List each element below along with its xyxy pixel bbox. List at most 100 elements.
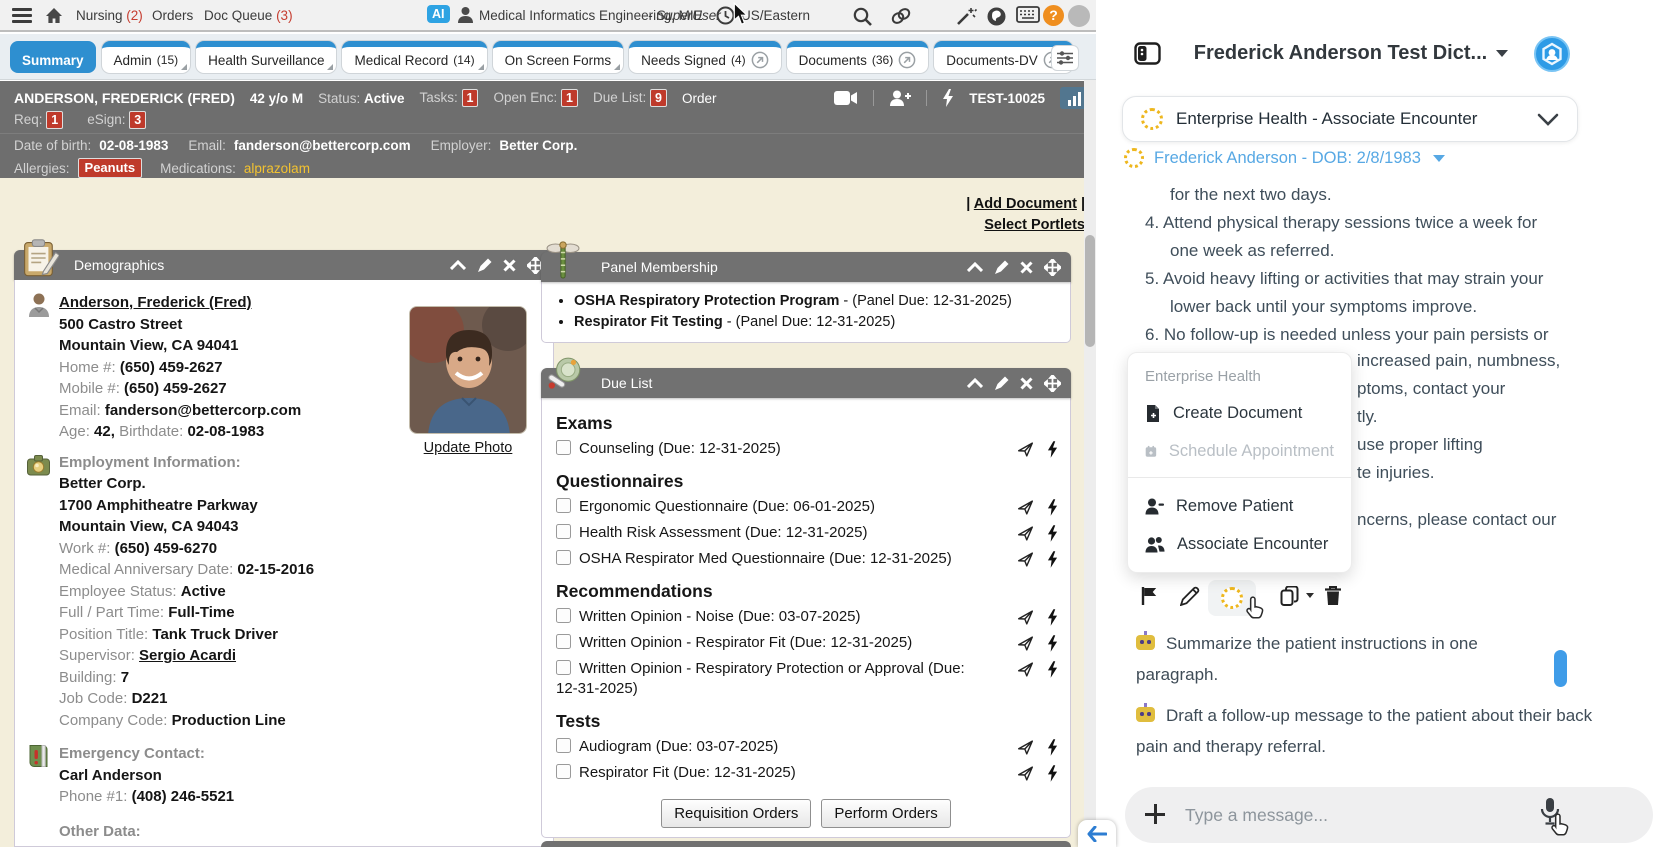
suggestion-chip[interactable]: Summarize the patient instructions in on… [1136, 628, 1508, 690]
due-item-checkbox[interactable] [556, 764, 571, 779]
select-portlets-link[interactable]: Select Portlets [966, 215, 1085, 236]
suggestion-chip[interactable]: Draft a follow-up message to the patient… [1136, 700, 1598, 762]
send-icon[interactable] [1017, 635, 1034, 652]
bolt-icon[interactable] [1047, 499, 1058, 516]
bolt-icon[interactable] [1047, 525, 1058, 542]
tab-on-screen-forms[interactable]: On Screen Forms [492, 41, 624, 73]
due-item-checkbox[interactable] [556, 498, 571, 513]
emr-scrollbar-track[interactable] [1084, 80, 1096, 847]
nav-item-orders[interactable]: Orders [152, 8, 193, 23]
copy-icon[interactable] [1280, 586, 1299, 607]
copy-dropdown-caret[interactable] [1306, 593, 1314, 598]
patient-context-link[interactable]: Frederick Anderson - DOB: 2/8/1983 [1124, 148, 1445, 168]
trash-icon[interactable] [1324, 585, 1342, 606]
tab-admin[interactable]: Admin (15) [101, 41, 191, 73]
assistant-logo[interactable] [1534, 36, 1570, 72]
external-link-icon[interactable] [751, 51, 769, 69]
send-icon[interactable] [1017, 499, 1034, 516]
video-camera-icon[interactable] [834, 90, 858, 106]
link-icon[interactable] [890, 6, 912, 26]
home-icon[interactable] [44, 6, 64, 25]
enterprise-health-action-button[interactable] [1208, 580, 1256, 616]
ai-badge[interactable]: AI [427, 5, 450, 23]
due-item-checkbox[interactable] [556, 634, 571, 649]
assistant-doc-title[interactable]: Frederick Anderson Test Dict... [1181, 42, 1521, 65]
demographics-portlet-header[interactable]: Demographics [14, 239, 554, 280]
close-icon[interactable] [1020, 376, 1033, 390]
send-icon[interactable] [1017, 525, 1034, 542]
tab-needs-signed[interactable]: Needs Signed (4) [629, 41, 781, 73]
menu-item-create-document[interactable]: Create Document [1145, 404, 1334, 423]
due-item-checkbox[interactable] [556, 738, 571, 753]
send-icon[interactable] [1017, 551, 1034, 568]
due-list-header[interactable]: Due List [541, 357, 1071, 398]
nav-item-doc-queue[interactable]: Doc Queue (3) [204, 8, 293, 23]
add-patient-icon[interactable] [889, 90, 912, 107]
patient-name[interactable]: ANDERSON, FREDERICK (FRED) [14, 90, 235, 106]
due-item-checkbox[interactable] [556, 440, 571, 455]
encounter-selector[interactable]: Enterprise Health - Associate Encounter [1122, 96, 1578, 142]
avatar-circle[interactable] [1068, 5, 1090, 27]
allergy-badge[interactable]: Peanuts [77, 158, 143, 178]
due-list-count[interactable]: Due List: 9 [593, 89, 667, 107]
tab-settings-icon[interactable] [1052, 46, 1078, 70]
nav-item-nursing[interactable]: Nursing (2) [76, 8, 143, 23]
move-icon[interactable] [1044, 374, 1061, 392]
tab-documents[interactable]: Documents (36) [786, 41, 929, 73]
due-item-checkbox[interactable] [556, 524, 571, 539]
edit-pencil-icon[interactable] [1180, 586, 1200, 606]
flag-icon[interactable] [1141, 586, 1159, 606]
send-icon[interactable] [1017, 441, 1034, 458]
edit-icon[interactable] [477, 258, 492, 273]
microphone-icon[interactable] [1539, 797, 1561, 832]
medication-value[interactable]: alprazolam [244, 161, 310, 176]
due-item-checkbox[interactable] [556, 660, 571, 675]
bolt-icon[interactable] [1047, 739, 1058, 756]
tab-medical-record[interactable]: Medical Record (14) [342, 41, 487, 73]
emr-scrollbar-thumb[interactable] [1085, 235, 1095, 347]
collapse-icon[interactable] [450, 260, 466, 270]
message-input[interactable] [1185, 795, 1515, 835]
hamburger-menu-icon[interactable] [12, 8, 32, 23]
bolt-icon[interactable] [1047, 661, 1058, 678]
tab-summary[interactable]: Summary [10, 41, 96, 73]
due-item-checkbox[interactable] [556, 550, 571, 565]
sidebar-toggle-icon[interactable] [1134, 42, 1161, 65]
collapse-icon[interactable] [967, 378, 983, 388]
magic-wand-icon[interactable] [956, 6, 977, 26]
move-icon[interactable] [1044, 258, 1061, 276]
send-icon[interactable] [1017, 609, 1034, 626]
menu-item-associate-encounter[interactable]: Associate Encounter [1145, 535, 1334, 554]
bolt-icon[interactable] [1047, 635, 1058, 652]
send-icon[interactable] [1017, 765, 1034, 782]
attach-plus-icon[interactable] [1145, 804, 1165, 824]
bolt-icon[interactable] [1047, 441, 1058, 458]
collapse-icon[interactable] [967, 262, 983, 272]
close-icon[interactable] [503, 258, 516, 272]
keyboard-icon[interactable] [1016, 6, 1040, 23]
close-icon[interactable] [1020, 260, 1033, 274]
bolt-icon[interactable] [1047, 765, 1058, 782]
search-icon[interactable] [852, 6, 873, 27]
bolt-icon[interactable] [1047, 609, 1058, 626]
help-icon[interactable]: ? [1043, 5, 1064, 26]
external-link-icon[interactable] [898, 51, 916, 69]
requisition-orders-button[interactable]: Requisition Orders [661, 799, 812, 828]
panel-scrollbar-thumb[interactable] [1554, 650, 1567, 687]
open-enc-count[interactable]: Open Enc: 1 [493, 89, 578, 107]
edit-icon[interactable] [994, 376, 1009, 391]
due-item-checkbox[interactable] [556, 608, 571, 623]
panel-membership-header[interactable]: Panel Membership [541, 241, 1071, 282]
req-count[interactable]: Req: 1 [14, 111, 64, 129]
menu-item-remove-patient[interactable]: Remove Patient [1145, 497, 1334, 516]
esign-count[interactable]: eSign: 3 [87, 111, 147, 129]
tasks-count[interactable]: Tasks: 1 [420, 89, 479, 107]
collapse-panel-button[interactable] [1078, 820, 1116, 847]
quick-action-bolt-icon[interactable] [942, 89, 954, 107]
bolt-icon[interactable] [1047, 551, 1058, 568]
globe-icon[interactable] [986, 6, 1007, 27]
add-document-link[interactable]: | Add Document | [966, 194, 1085, 215]
send-icon[interactable] [1017, 661, 1034, 678]
order-link[interactable]: Order [682, 91, 717, 106]
tab-health-surveillance[interactable]: Health Surveillance [196, 41, 337, 73]
